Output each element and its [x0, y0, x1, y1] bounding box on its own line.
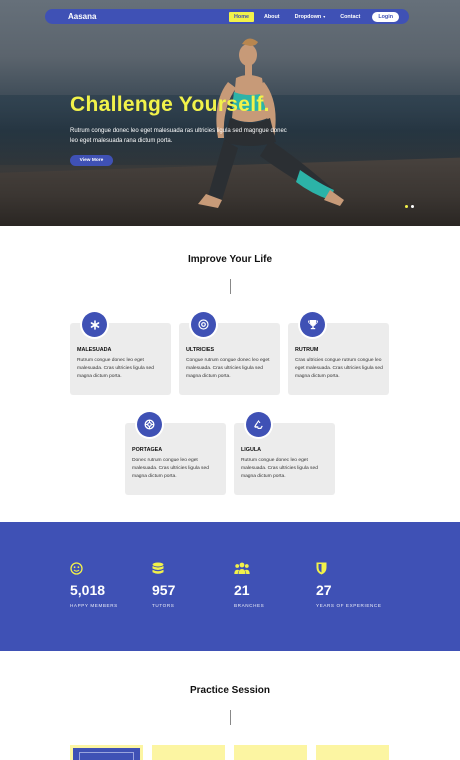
nav-link-home[interactable]: Home	[229, 11, 254, 22]
practice-card[interactable]	[316, 745, 389, 760]
practice-card-frame	[79, 752, 134, 760]
at-sign-icon	[191, 312, 216, 337]
nav-link-contact[interactable]: Contact	[335, 12, 365, 22]
feature-card-title: RUTRUM	[295, 347, 319, 353]
feature-card-text: Donec rutrum congue leo eget malesuada. …	[132, 458, 209, 480]
feature-card-text: Rutrum congue donec leo eget malesuada. …	[241, 458, 318, 480]
stat-value: 957	[152, 582, 176, 598]
feature-card-rutrum: RUTRUM Cras ultricies congue rutrum cong…	[288, 312, 389, 395]
practice-section-title: Practice Session	[189, 685, 271, 696]
stat-label: BRANCHES	[234, 603, 265, 608]
practice-card[interactable]	[234, 745, 307, 760]
feature-card-title: PORTAGEA	[132, 447, 163, 453]
hero-section: Aasana Home About Dropdown ▾ Contact Logi…	[0, 0, 460, 226]
stat-label: HAPPY MEMBERS	[70, 603, 118, 608]
hero-title: Challenge Yourself.	[70, 93, 270, 116]
stat-happy-members: 5,018 HAPPY MEMBERS	[70, 562, 150, 608]
stats-section: 5,018 HAPPY MEMBERS 957 TUTORS 21 BRANCH…	[0, 522, 460, 651]
database-icon	[152, 562, 232, 577]
nav-link-about[interactable]: About	[259, 12, 285, 22]
nav-link-dropdown[interactable]: Dropdown ▾	[290, 12, 331, 22]
section-divider	[230, 710, 231, 725]
stat-label: TUTORS	[152, 603, 175, 608]
login-button[interactable]: Login	[372, 11, 399, 22]
improve-section-title: Improve Your Life	[187, 254, 273, 265]
chevron-down-icon: ▾	[323, 13, 326, 19]
brand-logo[interactable]: Aasana	[68, 12, 96, 21]
stat-years-experience: 27 YEARS OF EXPERIENCE	[316, 562, 396, 608]
stat-value: 5,018	[70, 582, 106, 598]
nav-link-dropdown-label: Dropdown	[294, 13, 322, 20]
feature-card-portagea: PORTAGEA Donec rutrum congue leo eget ma…	[125, 412, 226, 495]
smiley-icon	[70, 562, 150, 577]
trophy-icon	[300, 312, 325, 337]
feature-card-text: Rutrum congue donec leo eget malesuada. …	[77, 358, 154, 380]
feature-card-malesuada: MALESUADA Rutrum congue donec leo eget m…	[70, 312, 171, 395]
lifebuoy-icon	[137, 412, 162, 437]
view-more-button[interactable]: View More	[70, 155, 113, 166]
users-icon	[234, 562, 314, 577]
stat-value: 27	[316, 582, 332, 598]
asterisk-icon	[82, 312, 107, 337]
stat-tutors: 957 TUTORS	[152, 562, 232, 608]
section-divider	[230, 279, 231, 294]
carousel-dot-2[interactable]	[411, 205, 414, 208]
stat-branches: 21 BRANCHES	[234, 562, 314, 608]
stat-label: YEARS OF EXPERIENCE	[316, 603, 382, 608]
stat-value: 21	[234, 582, 250, 598]
top-navbar: Aasana Home About Dropdown ▾ Contact Logi…	[45, 9, 409, 24]
practice-card[interactable]	[152, 745, 225, 760]
feature-card-title: ULTRICIES	[186, 347, 215, 353]
recycle-icon	[246, 412, 271, 437]
shield-icon	[316, 562, 396, 577]
feature-card-title: MALESUADA	[77, 347, 112, 353]
feature-card-text: Cras ultricies congue rutrum congue leo …	[295, 358, 383, 380]
practice-card[interactable]	[70, 745, 143, 760]
hero-text: Rutrum congue donec leo eget malesuada r…	[70, 128, 287, 144]
feature-card-title: LIGULA	[241, 447, 262, 453]
feature-card-ligula: LIGULA Rutrum congue donec leo eget male…	[234, 412, 335, 495]
feature-card-ultricies: ULTRICIES Congue rutrum congue donec leo…	[179, 312, 280, 395]
carousel-dot-1[interactable]	[405, 205, 408, 208]
feature-card-text: Congue rutrum congue donec leo eget male…	[186, 358, 270, 380]
nav-links: Home About Dropdown ▾ Contact Login	[224, 11, 399, 22]
carousel-indicators	[405, 205, 414, 208]
